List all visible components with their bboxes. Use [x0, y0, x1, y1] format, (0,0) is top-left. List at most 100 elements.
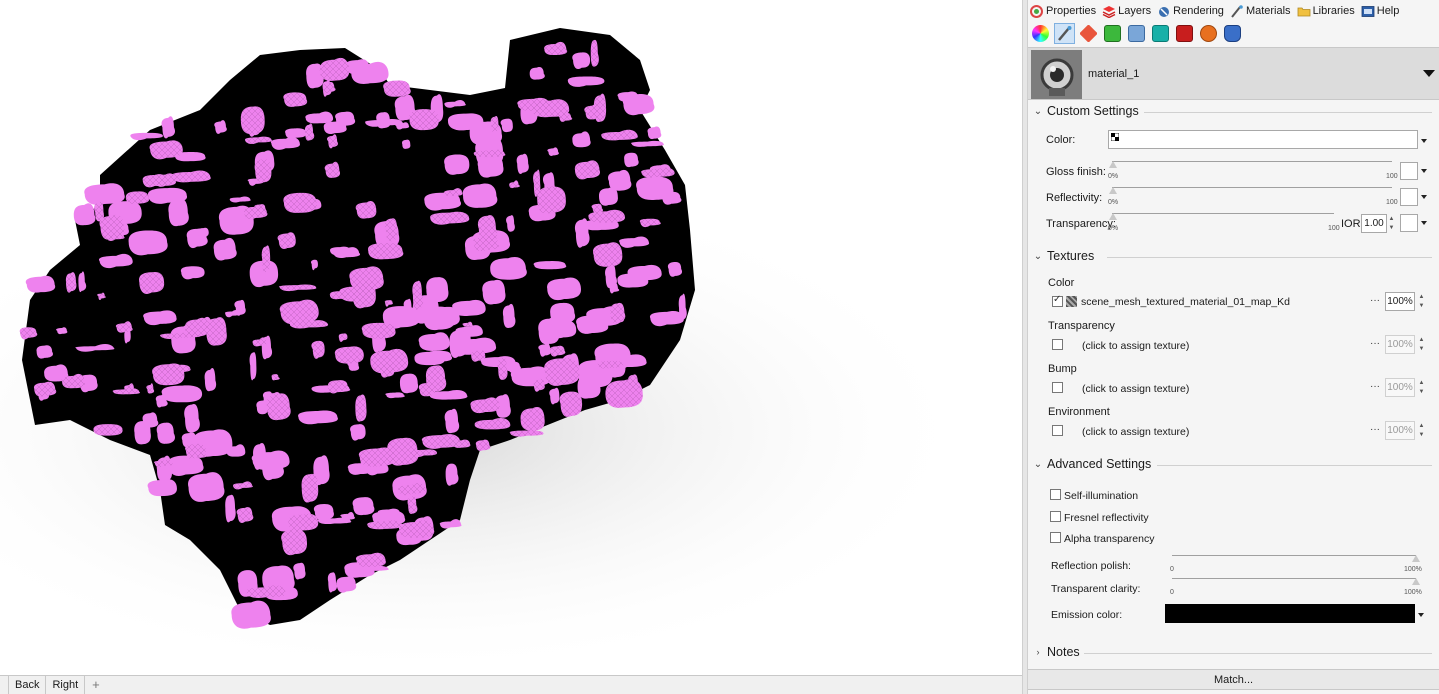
mesh-model-render	[0, 28, 980, 675]
tab-layers[interactable]: Layers	[1102, 5, 1151, 18]
transparency-dropdown-icon[interactable]	[1421, 221, 1427, 225]
add-viewport-tab-button[interactable]: +	[85, 676, 107, 694]
gloss-finish-slider[interactable]	[1112, 161, 1392, 162]
color-label: Color:	[1046, 134, 1076, 146]
dimension-icon[interactable]	[1078, 23, 1099, 44]
reflection-polish-slider[interactable]	[1172, 555, 1416, 556]
fresnel-reflectivity-checkbox[interactable]	[1050, 511, 1061, 522]
notes-header[interactable]: › Notes	[1032, 645, 1432, 659]
texture-patch	[147, 187, 188, 204]
emission-color-swatch[interactable]	[1165, 604, 1415, 623]
color-field[interactable]	[1108, 130, 1418, 149]
self-illumination-checkbox[interactable]	[1050, 489, 1061, 500]
alpha-transparency-checkbox[interactable]	[1050, 532, 1061, 543]
viewport-tab-back[interactable]: Back	[8, 676, 47, 694]
chevron-down-icon: ⌄	[1033, 105, 1043, 117]
texture-color-more-button[interactable]: ···	[1370, 295, 1380, 306]
texture-patch	[25, 275, 56, 293]
transparent-clarity-slider-thumb[interactable]	[1412, 578, 1420, 585]
texture-patch	[84, 183, 125, 205]
ior-spinner[interactable]: ▲ ▼	[1387, 214, 1396, 233]
cylinder-icon[interactable]	[1222, 23, 1243, 44]
texture-patch	[336, 576, 357, 593]
texture-bump-spinner[interactable]: ▲ ▼	[1417, 378, 1426, 397]
texture-patch	[550, 302, 576, 324]
object-icon[interactable]	[1150, 23, 1171, 44]
texture-color-spinner[interactable]: ▲ ▼	[1417, 292, 1426, 311]
texture-bump-checkbox[interactable]	[1052, 382, 1063, 393]
texture-bump-assign[interactable]: (click to assign texture)	[1082, 383, 1189, 395]
tab-libraries[interactable]: Libraries	[1297, 5, 1355, 18]
gloss-dropdown-icon[interactable]	[1421, 169, 1427, 173]
surface-icon[interactable]	[1102, 23, 1123, 44]
tab-help[interactable]: Help	[1361, 5, 1399, 18]
gloss-finish-label: Gloss finish:	[1046, 166, 1106, 178]
texture-icon[interactable]	[1198, 23, 1219, 44]
texture-environment-assign[interactable]: (click to assign texture)	[1082, 426, 1189, 438]
reflection-polish-slider-thumb[interactable]	[1412, 555, 1420, 562]
material-header[interactable]: material_1	[1028, 47, 1439, 100]
wireframe-patch	[628, 374, 639, 391]
texture-patch	[253, 443, 267, 470]
perspective-viewport[interactable]	[0, 0, 1022, 675]
texture-bump-amount[interactable]: 100%	[1385, 378, 1415, 397]
transparency-slider[interactable]	[1112, 213, 1334, 214]
wireframe-patch	[559, 391, 583, 417]
wireframe-patch	[152, 363, 185, 386]
texture-transparency-more-button[interactable]: ···	[1370, 338, 1380, 349]
alpha-transparency-label: Alpha transparency	[1064, 533, 1155, 545]
material-brush-icon[interactable]	[1054, 22, 1075, 44]
wireframe-patch	[277, 232, 296, 249]
color-wheel-icon[interactable]	[1030, 23, 1051, 44]
textures-header[interactable]: ⌄ Textures	[1032, 249, 1432, 263]
tab-rendering[interactable]: Rendering	[1157, 5, 1224, 18]
texture-patch	[399, 373, 419, 394]
viewport-tab-bar: Back Right +	[0, 675, 1022, 694]
mesh-icon[interactable]	[1126, 23, 1147, 44]
reflectivity-slider[interactable]	[1112, 187, 1392, 188]
reflectivity-dropdown-icon[interactable]	[1421, 195, 1427, 199]
texture-bump-more-button[interactable]: ···	[1370, 381, 1380, 392]
texture-transparency-amount[interactable]: 100%	[1385, 335, 1415, 354]
transparency-min-label: 0%	[1108, 225, 1119, 232]
tab-properties[interactable]: Properties	[1030, 4, 1096, 18]
texture-color-name[interactable]: scene_mesh_textured_material_01_map_Kd	[1081, 296, 1290, 308]
texture-transparency-assign[interactable]: (click to assign texture)	[1082, 340, 1189, 352]
tab-materials[interactable]: Materials	[1230, 4, 1291, 18]
gloss-finish-slider-thumb[interactable]	[1109, 161, 1117, 168]
texture-color-amount[interactable]: 100%	[1385, 292, 1415, 311]
wireframe-patch	[254, 159, 272, 183]
advanced-settings-header[interactable]: ⌄ Advanced Settings	[1032, 457, 1432, 471]
viewport-tab-right[interactable]: Right	[46, 676, 86, 694]
texture-environment-more-button[interactable]: ···	[1370, 424, 1380, 435]
gloss-finish-swatch[interactable]	[1400, 162, 1418, 180]
texture-patch	[204, 368, 217, 392]
transparency-swatch[interactable]	[1400, 214, 1418, 232]
transparent-clarity-slider[interactable]	[1172, 578, 1416, 579]
texture-color-checkbox[interactable]	[1052, 294, 1063, 307]
wireframe-patch	[409, 109, 439, 131]
texture-environment-checkbox[interactable]	[1052, 425, 1063, 436]
custom-settings-header[interactable]: ⌄ Custom Settings	[1032, 104, 1432, 118]
wireframe-patch	[358, 447, 396, 467]
transparency-slider-thumb[interactable]	[1109, 213, 1117, 220]
divider	[1144, 112, 1432, 113]
texture-patch	[490, 257, 527, 280]
texture-transparency-spinner[interactable]: ▲ ▼	[1417, 335, 1426, 354]
texture-environment-spinner[interactable]: ▲ ▼	[1417, 421, 1426, 440]
material-dropdown-icon[interactable]	[1423, 70, 1435, 77]
color-dropdown-icon[interactable]	[1421, 139, 1427, 143]
texture-transparency-checkbox[interactable]	[1052, 339, 1063, 350]
ior-input[interactable]: 1.00	[1361, 214, 1387, 233]
reflectivity-swatch[interactable]	[1400, 188, 1418, 206]
reflectivity-slider-thumb[interactable]	[1109, 187, 1117, 194]
texture-patch	[624, 152, 639, 168]
texture-thumbnail-icon	[1066, 296, 1077, 307]
page-icon[interactable]	[1174, 23, 1195, 44]
match-button[interactable]: Match...	[1028, 669, 1439, 690]
emission-color-dropdown-icon[interactable]	[1418, 613, 1424, 617]
texture-environment-amount[interactable]: 100%	[1385, 421, 1415, 440]
chevron-down-icon: ⌄	[1033, 250, 1043, 262]
divider	[1107, 257, 1432, 258]
tab-libraries-label: Libraries	[1312, 5, 1355, 17]
